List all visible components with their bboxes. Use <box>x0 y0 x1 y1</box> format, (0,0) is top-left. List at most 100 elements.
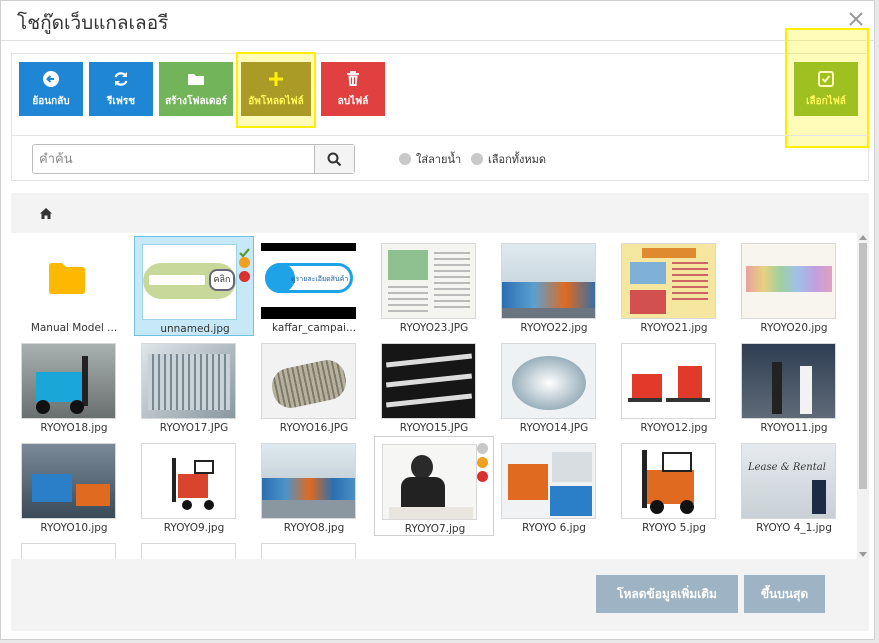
file-item[interactable] <box>134 536 254 559</box>
thumb-label: ดูรายละเอียดสินค้า <box>291 275 349 283</box>
file-actions <box>477 443 489 485</box>
edit-icon[interactable] <box>477 457 488 468</box>
check-icon[interactable] <box>477 443 488 454</box>
file-name: RYOYO 4_1.jpg <box>756 522 832 534</box>
scroll-down-arrow[interactable] <box>859 552 867 557</box>
folder-icon <box>188 73 204 85</box>
thumbnail <box>621 243 716 319</box>
file-item[interactable]: RYOYO9.jpg <box>134 436 254 536</box>
file-item[interactable]: Lease & Rental RYOYO 4_1.jpg <box>734 436 854 536</box>
scroll-top-button[interactable]: ขึ้นบนสุด <box>744 575 825 613</box>
file-item[interactable] <box>14 536 134 559</box>
file-name: RYOYO18.jpg <box>40 422 108 434</box>
file-item[interactable]: RYOYO15.JPG <box>374 336 494 436</box>
file-item[interactable]: ดูรายละเอียดสินค้า kaffar_campai... <box>254 236 374 336</box>
file-item[interactable]: RYOYO17.JPG <box>134 336 254 436</box>
search-button[interactable] <box>314 145 354 173</box>
gallery-dialog: โชกู๊ดเว็บแกลเลอรี ย้อนกลับ รีเฟรช สร้าง… <box>0 0 876 640</box>
file-name: RYOYO12.jpg <box>640 422 708 434</box>
file-item[interactable]: RYOYO12.jpg <box>614 336 734 436</box>
breadcrumb <box>11 193 869 233</box>
watermark-option[interactable]: ใส่ลายน้ำ <box>399 150 461 168</box>
thumbnail <box>141 443 236 519</box>
file-actions <box>239 243 251 285</box>
file-name: RYOYO21.jpg <box>640 322 708 334</box>
select-all-option[interactable]: เลือกทั้งหมด <box>471 150 546 168</box>
thumbnail <box>621 443 716 519</box>
file-name: RYOYO15.JPG <box>399 422 469 434</box>
thumbnail <box>621 343 716 419</box>
thumbnail <box>141 343 236 419</box>
home-icon[interactable] <box>40 208 52 219</box>
file-item[interactable]: RYOYO20.jpg <box>734 236 854 336</box>
thumbnail <box>21 543 116 559</box>
back-button[interactable]: ย้อนกลับ <box>19 62 83 116</box>
thumbnail: ดูรายละเอียดสินค้า <box>261 243 356 319</box>
thumbnail <box>501 243 596 319</box>
thumbnail <box>501 443 596 519</box>
folder-item[interactable]: Manual Model ... <box>14 236 134 336</box>
scroll-up-arrow[interactable] <box>859 235 867 240</box>
search-box <box>32 144 355 174</box>
refresh-icon <box>114 71 128 86</box>
file-name: RYOYO22.jpg <box>520 322 588 334</box>
select-highlight <box>785 28 869 148</box>
trash-icon <box>347 70 359 86</box>
thumbnail <box>21 343 116 419</box>
check-icon[interactable] <box>239 243 250 258</box>
edit-icon[interactable] <box>239 257 250 268</box>
file-item[interactable]: RYOYO21.jpg <box>614 236 734 336</box>
file-name: kaffar_campai... <box>271 322 357 334</box>
file-name: RYOYO10.jpg <box>40 522 108 534</box>
dialog-header: โชกู๊ดเว็บแกลเลอรี <box>1 1 876 41</box>
file-item-hovered[interactable]: RYOYO7.jpg <box>374 436 494 536</box>
file-item[interactable]: RYOYO 5.jpg <box>614 436 734 536</box>
file-item[interactable]: RYOYO14.JPG <box>494 336 614 436</box>
file-name: RYOYO 6.jpg <box>522 522 586 534</box>
toolbar-divider <box>12 135 868 136</box>
file-item[interactable]: RYOYO23.JPG <box>374 236 494 336</box>
thumbnail <box>741 243 836 319</box>
search-icon <box>327 152 342 166</box>
file-item[interactable]: RYOYO10.jpg <box>14 436 134 536</box>
file-item[interactable]: RYOYO16.JPG <box>254 336 374 436</box>
file-item[interactable]: RYOYO 6.jpg <box>494 436 614 536</box>
arrow-left-circle-icon <box>43 70 59 87</box>
delete-file-button[interactable]: ลบไฟล์ <box>321 62 385 116</box>
remove-icon[interactable] <box>239 271 250 282</box>
file-item[interactable]: RYOYO22.jpg <box>494 236 614 336</box>
file-name: RYOYO8.jpg <box>283 522 345 534</box>
file-item[interactable]: RYOYO8.jpg <box>254 436 374 536</box>
file-name: RYOYO17.JPG <box>159 422 229 434</box>
file-item[interactable] <box>254 536 374 559</box>
file-item[interactable]: RYOYO11.jpg <box>734 336 854 436</box>
folder-icon <box>49 263 85 294</box>
close-icon[interactable] <box>846 9 866 29</box>
file-name: RYOYO20.jpg <box>760 322 828 334</box>
upload-highlight <box>236 52 316 128</box>
thumb-label: คลิก <box>209 269 235 291</box>
thumb-label: Lease & Rental <box>748 462 826 473</box>
file-item[interactable]: RYOYO18.jpg <box>14 336 134 436</box>
scrollbar[interactable] <box>857 233 869 559</box>
load-more-button[interactable]: โหลดข้อมูลเพิ่มเติม <box>596 575 738 613</box>
thumbnail <box>382 444 477 520</box>
remove-icon[interactable] <box>477 471 488 482</box>
file-item-selected[interactable]: คลิก unnamed.jpg <box>134 236 254 336</box>
create-folder-button[interactable]: สร้างโฟลเดอร์ <box>159 62 233 116</box>
thumbnail <box>261 343 356 419</box>
dialog-footer: โหลดข้อมูลเพิ่มเติม ขึ้นบนสุด <box>11 559 869 631</box>
file-name: RYOYO16.JPG <box>279 422 349 434</box>
search-input[interactable] <box>35 147 311 171</box>
thumbnail <box>501 343 596 419</box>
thumbnail: คลิก <box>142 244 237 320</box>
refresh-button[interactable]: รีเฟรช <box>89 62 153 116</box>
thumbnail: Lease & Rental <box>741 443 836 519</box>
file-name: Manual Model ... <box>30 322 118 334</box>
file-name: RYOYO14.JPG <box>519 422 589 434</box>
radio-dot <box>399 153 411 165</box>
scrollbar-thumb[interactable] <box>859 243 867 489</box>
thumbnail <box>21 443 116 519</box>
file-name: unnamed.jpg <box>160 323 230 335</box>
file-name: RYOYO 5.jpg <box>642 522 706 534</box>
